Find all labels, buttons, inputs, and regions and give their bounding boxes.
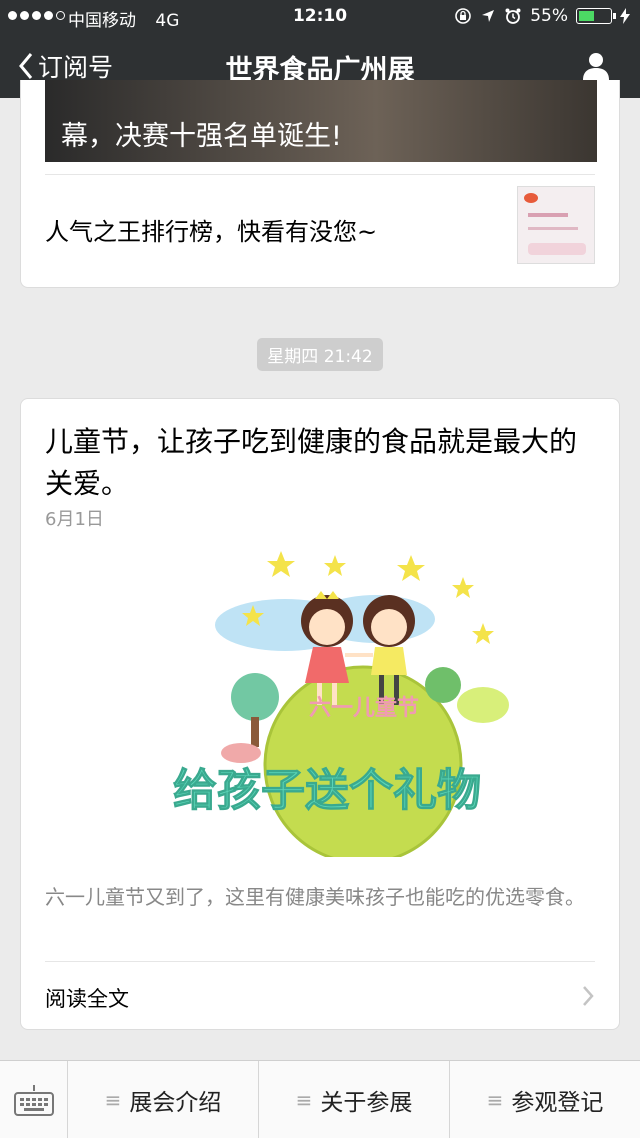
read-full-article-link[interactable]: 阅读全文 <box>45 983 129 1013</box>
article-card[interactable]: 儿童节，让孩子吃到健康的食品就是最大的关爱。 6月1日 六一儿童节 给孩子送个礼… <box>20 398 620 1030</box>
rotation-lock-icon <box>455 8 472 24</box>
message-timestamp: 星期四 21:42 <box>0 338 640 371</box>
location-icon <box>482 10 495 22</box>
keyboard-toggle-button[interactable] <box>0 1061 68 1138</box>
menu-item-label: 展会介绍 <box>129 1090 222 1116</box>
menu-item-exhibition-intro[interactable]: ≡ 展会介绍 <box>68 1061 259 1138</box>
divider <box>45 174 595 175</box>
menu-lines-icon: ≡ <box>486 1088 504 1112</box>
timestamp-badge: 星期四 21:42 <box>257 338 383 371</box>
article-title[interactable]: 儿童节，让孩子吃到健康的食品就是最大的关爱。 <box>45 421 597 505</box>
keyboard-icon <box>13 1085 54 1116</box>
menu-item-label: 关于参展 <box>320 1090 413 1116</box>
divider <box>45 961 595 962</box>
menu-lines-icon: ≡ <box>295 1088 313 1112</box>
cover-small-text: 六一儿童节 <box>309 695 419 721</box>
battery-percent: 55% <box>530 6 568 26</box>
bottom-menu: ≡ 展会介绍 ≡ 关于参展 ≡ 参观登记 <box>0 1060 640 1138</box>
status-right: 55% <box>454 6 630 26</box>
article-card-previous: 幕，决赛十强名单诞生! 人气之王排行榜，快看有没您~ <box>20 80 620 288</box>
cover-big-text: 给孩子送个礼物 <box>173 765 481 816</box>
menu-item-label: 参观登记 <box>511 1090 604 1116</box>
sub-article-thumbnail[interactable] <box>517 186 595 264</box>
charging-icon <box>620 8 630 24</box>
menu-item-visitor-registration[interactable]: ≡ 参观登记 <box>450 1061 640 1138</box>
article-cover-image[interactable]: 六一儿童节 给孩子送个礼物 <box>45 547 597 857</box>
children-day-illustration: 六一儿童节 给孩子送个礼物 <box>173 551 509 857</box>
user-icon <box>583 53 609 80</box>
article-cover-image[interactable]: 幕，决赛十强名单诞生! <box>45 80 597 162</box>
sub-article-title[interactable]: 人气之王排行榜，快看有没您~ <box>45 212 377 247</box>
alarm-icon <box>505 8 521 24</box>
article-date: 6月1日 <box>45 509 104 530</box>
menu-item-about-exhibiting[interactable]: ≡ 关于参展 <box>259 1061 450 1138</box>
chevron-right-icon <box>583 986 594 1006</box>
status-bar: 中国移动 4G 12:10 55% <box>0 0 640 34</box>
menu-lines-icon: ≡ <box>104 1088 122 1112</box>
battery-icon <box>576 8 616 24</box>
cover-title-text: 幕，决赛十强名单诞生! <box>61 121 342 152</box>
article-summary: 六一儿童节又到了，这里有健康美味孩子也能吃的优选零食。 <box>45 885 585 909</box>
